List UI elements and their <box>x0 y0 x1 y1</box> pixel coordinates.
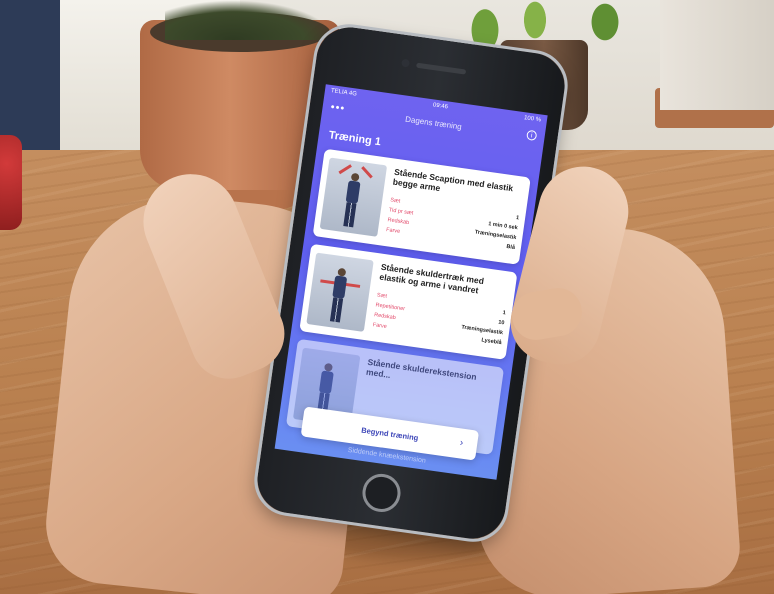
detail-key: Redskab <box>387 217 410 227</box>
detail-value: 10 <box>497 319 505 327</box>
info-icon[interactable]: i <box>526 129 538 142</box>
figure-body <box>332 275 348 299</box>
earpiece-speaker <box>416 62 467 75</box>
detail-value: Lyseblå <box>481 337 502 347</box>
figure-arm <box>361 166 373 179</box>
exercise-card[interactable]: Stående Scaption med elastik begge arme … <box>312 148 531 265</box>
figure-arm <box>338 164 352 175</box>
app-screen: TELIA 4G 09:46 100 % ••• Dagens træning … <box>274 84 548 480</box>
figure-body <box>345 180 361 204</box>
section-title: Træning 1 <box>327 129 382 149</box>
more-icon[interactable]: ••• <box>330 101 346 115</box>
detail-key: Farve <box>385 227 401 235</box>
nav-title: Dagens træning <box>404 114 463 131</box>
carrier-label: TELIA 4G <box>330 88 358 98</box>
chevron-right-icon: › <box>459 437 464 449</box>
battery-label: 100 % <box>523 115 542 124</box>
detail-value: Blå <box>505 243 516 252</box>
exercise-thumbnail <box>319 157 388 237</box>
plant-leaves <box>165 0 335 40</box>
start-training-label: Begynd træning <box>360 425 419 442</box>
detail-value: 1 <box>515 215 520 222</box>
detail-key: Sæt <box>376 292 388 300</box>
figure-legs <box>329 297 344 323</box>
detail-key: Sæt <box>389 197 401 205</box>
clock: 09:46 <box>432 102 449 111</box>
white-box <box>660 0 774 110</box>
detail-key: Redskab <box>373 312 397 322</box>
front-camera <box>401 58 411 68</box>
figure-body <box>318 370 334 394</box>
exercise-thumbnail <box>306 252 374 332</box>
exercise-title: Stående skulderekstension med... <box>365 356 478 383</box>
detail-key: Farve <box>372 322 388 331</box>
detail-value: 1 <box>502 310 507 317</box>
exercise-card[interactable]: Stående skuldertræk med elastik og arme … <box>299 243 518 360</box>
red-object <box>0 135 22 230</box>
figure-legs <box>343 202 357 228</box>
home-button[interactable] <box>360 471 403 515</box>
